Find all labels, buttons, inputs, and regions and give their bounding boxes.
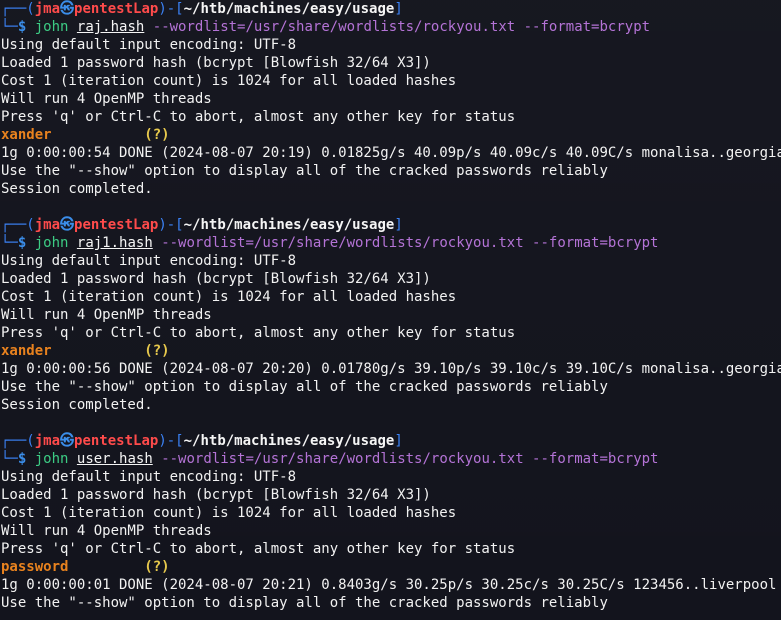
command-args: --wordlist=/usr/share/wordlists/rockyou.… — [161, 235, 659, 251]
prompt-bracket: ] — [394, 433, 403, 449]
cracked-line: xander (?) — [1, 126, 781, 144]
session-completed: Session completed. — [1, 181, 153, 197]
command-line-3: └─$ john user.hash --wordlist=/usr/share… — [1, 450, 781, 468]
at-icon: ㉿ — [60, 217, 75, 233]
prompt-corner: └─ — [1, 19, 18, 35]
output-line: Will run 4 OpenMP threads — [1, 523, 212, 539]
output-line: Cost 1 (iteration count) is 1024 for all… — [1, 73, 457, 89]
show-hint: Use the "--show" option to display all o… — [1, 379, 608, 395]
output-line: Press 'q' or Ctrl-C to abort, almost any… — [1, 541, 516, 557]
at-icon: ㉿ — [60, 1, 75, 17]
cracked-password: password — [1, 559, 69, 575]
prompt-line-2: ┌──(jma㉿pentestLap)-[~/htb/machines/easy… — [1, 216, 781, 234]
prompt-dollar: $ — [17, 19, 27, 35]
command-name: john — [34, 235, 69, 251]
output-line: Using default input encoding: UTF-8 — [1, 37, 297, 53]
output-line: Cost 1 (iteration count) is 1024 for all… — [1, 505, 457, 521]
prompt-user: jma — [34, 217, 61, 233]
prompt-bracket: ] — [394, 1, 403, 17]
output-line: Press 'q' or Ctrl-C to abort, almost any… — [1, 109, 516, 125]
at-icon: ㉿ — [60, 433, 75, 449]
cracked-line: password (?) — [1, 558, 781, 576]
prompt-separator: )-[ — [158, 1, 184, 17]
output-line: Loaded 1 password hash (bcrypt [Blowfish… — [1, 487, 431, 503]
show-hint: Use the "--show" option to display all o… — [1, 163, 608, 179]
command-line-2: └─$ john raj1.hash --wordlist=/usr/share… — [1, 234, 781, 252]
output-line: Using default input encoding: UTF-8 — [1, 253, 297, 269]
command-line-1: └─$ john raj.hash --wordlist=/usr/share/… — [1, 18, 781, 36]
command-args: --wordlist=/usr/share/wordlists/rockyou.… — [152, 19, 651, 35]
cracked-source: (?) — [144, 127, 170, 143]
prompt-host: pentestLap — [74, 433, 159, 449]
prompt-host: pentestLap — [74, 217, 159, 233]
prompt-separator: )-[ — [158, 217, 184, 233]
prompt-corner: └─ — [1, 235, 18, 251]
prompt-host: pentestLap — [74, 1, 159, 17]
session-completed: Session completed. — [1, 397, 153, 413]
output-line: Cost 1 (iteration count) is 1024 for all… — [1, 289, 457, 305]
cracked-password: xander — [1, 127, 52, 143]
show-hint: Use the "--show" option to display all o… — [1, 595, 608, 611]
prompt-line-3: ┌──(jma㉿pentestLap)-[~/htb/machines/easy… — [1, 432, 781, 450]
prompt-corner: ┌──( — [1, 1, 35, 17]
cracked-line: xander (?) — [1, 342, 781, 360]
command-file: raj.hash — [76, 19, 145, 35]
prompt-corner: ┌──( — [1, 217, 35, 233]
command-args: --wordlist=/usr/share/wordlists/rockyou.… — [161, 451, 659, 467]
cracked-source: (?) — [144, 559, 170, 575]
prompt-line-1: ┌──(jma㉿pentestLap)-[~/htb/machines/easy… — [1, 0, 781, 18]
prompt-bracket: ] — [394, 217, 403, 233]
status-line: 1g 0:00:00:56 DONE (2024-08-07 20:20) 0.… — [1, 361, 781, 377]
prompt-path: ~/htb/machines/easy/usage — [183, 1, 395, 17]
output-line: Loaded 1 password hash (bcrypt [Blowfish… — [1, 55, 431, 71]
prompt-dollar: $ — [17, 451, 27, 467]
prompt-dollar: $ — [17, 235, 27, 251]
prompt-corner: └─ — [1, 451, 18, 467]
prompt-path: ~/htb/machines/easy/usage — [183, 217, 395, 233]
output-line: Will run 4 OpenMP threads — [1, 91, 212, 107]
terminal-window[interactable]: ┌──(jma㉿pentestLap)-[~/htb/machines/easy… — [0, 0, 781, 620]
command-file: raj1.hash — [76, 235, 153, 251]
command-file: user.hash — [76, 451, 153, 467]
prompt-separator: )-[ — [158, 433, 184, 449]
status-line: 1g 0:00:00:01 DONE (2024-08-07 20:21) 0.… — [1, 577, 777, 593]
prompt-path: ~/htb/machines/easy/usage — [183, 433, 395, 449]
cracked-source: (?) — [144, 343, 170, 359]
prompt-user: jma — [34, 1, 61, 17]
output-line: Loaded 1 password hash (bcrypt [Blowfish… — [1, 271, 431, 287]
output-line: Using default input encoding: UTF-8 — [1, 469, 297, 485]
status-line: 1g 0:00:00:54 DONE (2024-08-07 20:19) 0.… — [1, 145, 781, 161]
prompt-corner: ┌──( — [1, 433, 35, 449]
output-line: Press 'q' or Ctrl-C to abort, almost any… — [1, 325, 516, 341]
cracked-password: xander — [1, 343, 52, 359]
output-line: Will run 4 OpenMP threads — [1, 307, 212, 323]
command-name: john — [34, 451, 69, 467]
command-name: john — [34, 19, 69, 35]
prompt-user: jma — [34, 433, 61, 449]
